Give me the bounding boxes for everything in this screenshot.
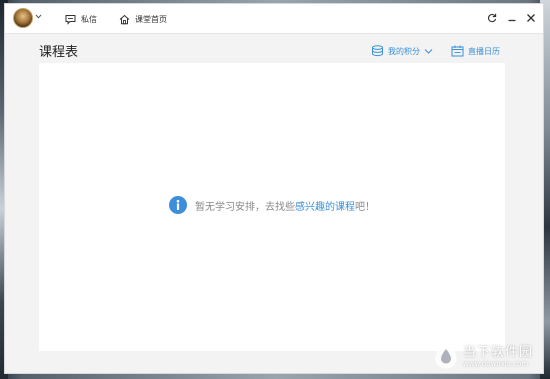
- my-points-label: 我的积分: [388, 46, 420, 56]
- empty-message-prefix: 暂无学习安排，去找些: [195, 201, 295, 213]
- user-avatar[interactable]: [13, 8, 33, 28]
- watermark-title: 当下软件园: [463, 344, 534, 360]
- empty-message: 暂无学习安排，去找些感兴趣的课程吧！: [195, 198, 375, 213]
- site-watermark: 当下软件园 www.downxia.com: [433, 334, 545, 374]
- watermark-url: www.downxia.com: [463, 359, 529, 368]
- minimize-button[interactable]: [505, 11, 519, 25]
- refresh-button[interactable]: [485, 11, 499, 25]
- watermark-logo-icon: [435, 340, 457, 369]
- coins-icon: [372, 45, 383, 57]
- chevron-down-icon: [424, 48, 433, 54]
- live-calendar-label: 直播日历: [468, 46, 500, 56]
- home-label: 课堂首页: [135, 14, 167, 24]
- messages-label: 私信: [81, 14, 97, 24]
- my-points-dropdown[interactable]: 我的积分: [371, 44, 433, 58]
- info-icon: [169, 196, 187, 214]
- messages-button[interactable]: 私信: [65, 11, 97, 27]
- empty-message-suffix: 吧！: [355, 201, 375, 213]
- message-icon: [65, 14, 76, 25]
- home-button[interactable]: 课堂首页: [119, 11, 167, 27]
- page-title: 课程表: [39, 45, 79, 60]
- live-calendar-button[interactable]: 直播日历: [451, 44, 500, 58]
- refresh-icon: [487, 13, 497, 23]
- interesting-courses-link[interactable]: 感兴趣的课程: [295, 202, 355, 213]
- home-icon: [119, 14, 130, 24]
- chevron-down-icon[interactable]: [35, 13, 42, 20]
- app-window: 私信 课堂首页 课程表 我的积分 直播日历 暂无学习安排，去找些感兴趣的课程吧！: [4, 3, 544, 374]
- title-bar: 私信 课堂首页: [5, 4, 543, 34]
- minimize-icon: [508, 19, 516, 22]
- close-button[interactable]: [524, 11, 538, 25]
- empty-state: 暂无学习安排，去找些感兴趣的课程吧！: [39, 196, 505, 214]
- schedule-panel: 暂无学习安排，去找些感兴趣的课程吧！: [39, 63, 505, 351]
- close-icon: [527, 14, 535, 22]
- calendar-icon: [451, 45, 464, 57]
